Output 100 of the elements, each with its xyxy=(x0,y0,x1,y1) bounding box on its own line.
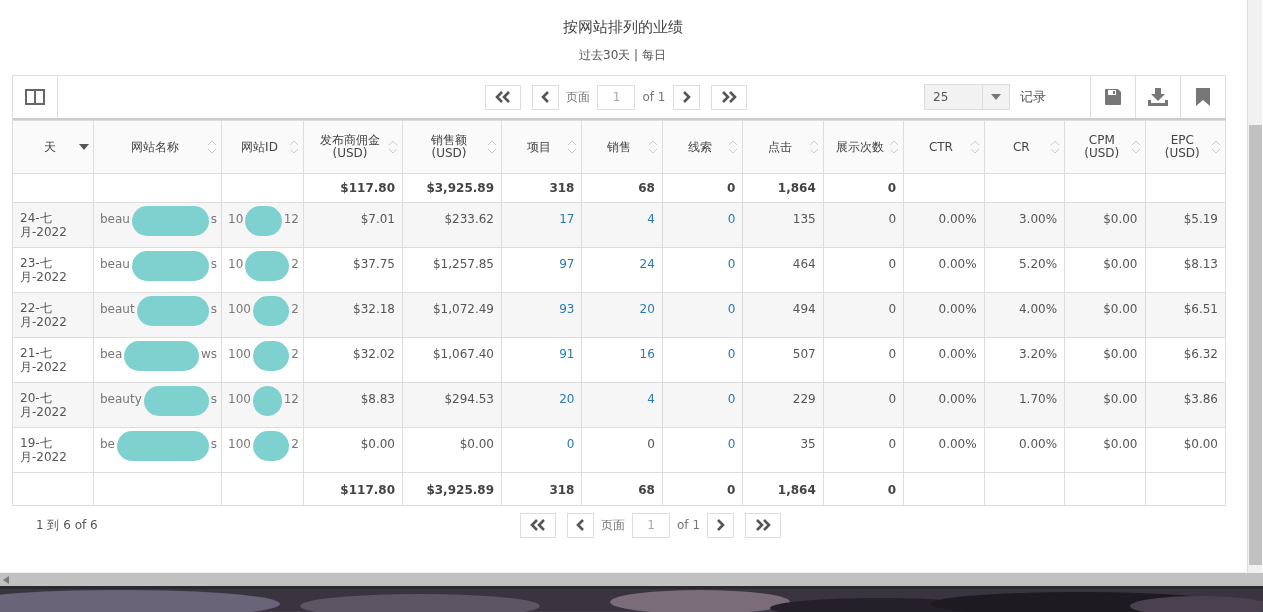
sort-icon xyxy=(808,139,819,155)
column-header[interactable]: 网站名称 xyxy=(93,120,222,174)
table-value: 0 xyxy=(888,212,897,226)
site-name-fragment: beau xyxy=(100,212,130,226)
table-link[interactable]: 16 xyxy=(639,347,655,361)
table-value: 507 xyxy=(792,347,816,361)
total-value: 0 xyxy=(726,181,736,195)
table-link[interactable]: 0 xyxy=(727,257,736,271)
page-size-dropdown[interactable]: 25 xyxy=(924,84,1010,110)
redaction-mark xyxy=(252,386,282,416)
sort-icon xyxy=(647,139,658,155)
site-id-fragment: 100 xyxy=(228,302,251,316)
next-page-button[interactable] xyxy=(672,84,700,110)
site-name-fragment: s xyxy=(210,392,217,406)
table-value: 1.70% xyxy=(1018,392,1058,406)
site-name-fragment: s xyxy=(210,437,217,451)
date-text: 20-七月-2022 xyxy=(20,392,68,420)
report-title: 按网站排列的业绩 xyxy=(561,18,684,37)
table-link[interactable]: 91 xyxy=(559,347,575,361)
table-value: 0.00% xyxy=(938,392,977,406)
redaction-mark xyxy=(143,386,209,416)
total-value: $117.80 xyxy=(340,483,395,497)
table-link[interactable]: 20 xyxy=(639,302,655,316)
site-name-fragment: beaut xyxy=(100,302,135,316)
table-link[interactable]: 0 xyxy=(727,437,736,451)
table-value: 4.00% xyxy=(1018,302,1058,316)
total-value: 68 xyxy=(638,181,655,195)
page-label: 页面 xyxy=(566,88,591,106)
sort-icon xyxy=(1130,139,1141,155)
table-value: 35 xyxy=(800,437,816,451)
last-page-button[interactable] xyxy=(745,512,781,538)
table-link[interactable]: 0 xyxy=(566,437,575,451)
column-header[interactable]: 天 xyxy=(12,120,94,174)
redaction-mark xyxy=(252,341,290,371)
table-link[interactable]: 0 xyxy=(727,302,736,316)
column-header[interactable]: CR xyxy=(984,120,1065,174)
site-name-fragment: beau xyxy=(100,257,130,271)
first-page-button[interactable] xyxy=(485,84,522,110)
table-link[interactable]: 20 xyxy=(559,392,575,406)
site-id-fragment: 100 xyxy=(228,392,251,406)
table-link[interactable]: 4 xyxy=(647,212,655,226)
table-link[interactable]: 0 xyxy=(727,347,736,361)
chevron-left-icon xyxy=(576,519,585,531)
total-value: 68 xyxy=(638,483,655,497)
column-header[interactable]: 销售 xyxy=(581,120,663,174)
table-value: $0.00 xyxy=(1103,437,1138,451)
table-value: 3.00% xyxy=(1018,212,1058,226)
table-value: 0 xyxy=(888,257,897,271)
redaction-mark xyxy=(245,206,282,236)
page-count: of 1 xyxy=(677,518,700,532)
site-name-fragment: bea xyxy=(100,347,123,361)
table-link[interactable]: 4 xyxy=(647,392,655,406)
vertical-scrollbar[interactable] xyxy=(1247,0,1262,573)
table-value: $1,072.49 xyxy=(432,302,494,316)
sort-icon xyxy=(889,139,900,155)
column-header[interactable]: CTR xyxy=(903,120,985,174)
table-link[interactable]: 97 xyxy=(559,257,575,271)
table-value: $0.00 xyxy=(360,437,395,451)
site-id-fragment: 100 xyxy=(228,347,251,361)
total-value: 318 xyxy=(549,483,575,497)
next-page-button[interactable] xyxy=(707,512,734,538)
column-header[interactable]: 销售额 (USD) xyxy=(402,120,502,174)
table-value: $6.32 xyxy=(1183,347,1218,361)
table-link[interactable]: 24 xyxy=(639,257,655,271)
site-id-fragment: 10 xyxy=(228,212,244,226)
previous-page-button[interactable] xyxy=(567,512,594,538)
site-id-fragment: 2 xyxy=(291,257,299,271)
table-link[interactable]: 93 xyxy=(559,302,575,316)
table-value: $8.83 xyxy=(360,392,395,406)
table-value: $0.00 xyxy=(1103,347,1138,361)
sort-icon xyxy=(207,139,217,155)
column-header[interactable]: 展示次数 xyxy=(823,120,904,174)
total-value: 0 xyxy=(887,181,897,195)
column-header[interactable]: 项目 xyxy=(501,120,582,174)
table-value: $0.00 xyxy=(1103,257,1138,271)
table-value: $0.00 xyxy=(1103,302,1138,316)
table-link[interactable]: 0 xyxy=(727,212,736,226)
column-header[interactable]: 点击 xyxy=(742,120,824,174)
table-value: $1,257.85 xyxy=(432,257,494,271)
table-link[interactable]: 17 xyxy=(559,212,575,226)
column-header[interactable]: 网站ID xyxy=(221,120,304,174)
horizontal-scrollbar[interactable] xyxy=(0,572,1263,587)
sort-icon xyxy=(567,139,578,155)
sort-descending-icon xyxy=(79,144,89,150)
table-value: 0.00% xyxy=(1018,437,1058,451)
previous-page-button[interactable] xyxy=(532,84,560,110)
first-page-button[interactable] xyxy=(520,512,556,538)
sort-icon xyxy=(289,139,299,155)
column-header[interactable]: 发布商佣金 (USD) xyxy=(303,120,403,174)
chevron-right-icon xyxy=(681,91,691,103)
sort-icon xyxy=(1050,139,1061,155)
double-chevron-left-icon xyxy=(529,519,547,531)
column-header[interactable]: CPM (USD) xyxy=(1064,120,1145,174)
total-value: 1,864 xyxy=(777,181,816,195)
table-value: 494 xyxy=(792,302,816,316)
table-link[interactable]: 0 xyxy=(727,392,736,406)
column-header[interactable]: EPC (USD) xyxy=(1145,120,1226,174)
column-header[interactable]: 线索 xyxy=(662,120,743,174)
last-page-button[interactable] xyxy=(710,84,747,110)
table-value: 0 xyxy=(888,392,897,406)
